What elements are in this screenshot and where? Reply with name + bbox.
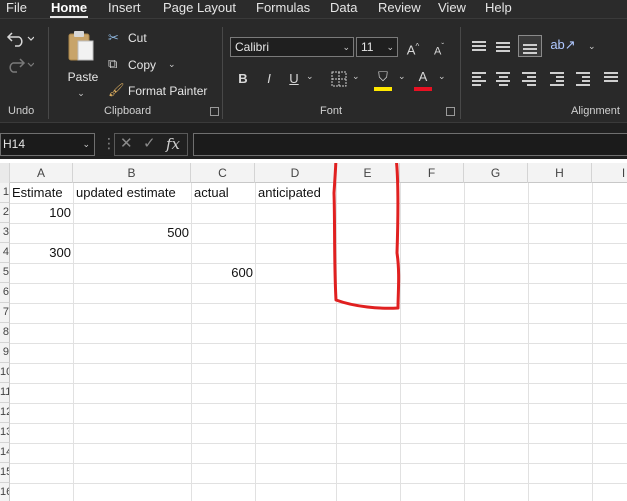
format-painter-label: Format Painter (128, 84, 208, 98)
name-box-value: H14 (3, 137, 26, 151)
underline-button[interactable]: U (287, 71, 301, 87)
paste-button[interactable]: Paste ⌄ (62, 29, 100, 98)
chevron-down-icon: ⌄ (438, 71, 446, 81)
tab-view[interactable]: View (438, 0, 466, 18)
clipboard-group-label: Clipboard (104, 105, 152, 117)
red-highlight-annotation (332, 163, 401, 310)
paste-icon (68, 31, 94, 61)
format-painter-button[interactable]: 🖌 Format Painter (108, 82, 212, 100)
group-separator (48, 27, 49, 119)
font-color-icon: A (418, 69, 428, 84)
chevron-down-icon: ⌄ (342, 42, 350, 52)
font-size-value: 11 (361, 40, 374, 54)
enter-icon[interactable]: ✓ (143, 134, 156, 154)
tab-help[interactable]: Help (485, 0, 512, 18)
chevron-down-icon: ⌄ (168, 59, 176, 69)
name-box[interactable]: H14 ⌄ (0, 133, 95, 156)
grow-font-button[interactable]: A^ (404, 39, 422, 58)
undo-icon (6, 32, 35, 47)
font-size-select[interactable]: 11 ⌄ (356, 37, 398, 57)
align-center-button[interactable] (496, 71, 512, 86)
font-color-swatch (414, 87, 432, 91)
formula-bar: H14 ⌄ ⋮ ✕ ✓ fx (0, 122, 627, 159)
clipboard-dialog-launcher[interactable] (210, 107, 219, 116)
shrink-font-button[interactable]: Aˇ (430, 39, 448, 59)
chevron-down-icon: ⌄ (82, 139, 90, 149)
cut-label: Cut (128, 31, 147, 45)
group-separator (460, 27, 461, 119)
tab-data[interactable]: Data (330, 0, 357, 18)
italic-button[interactable]: I (262, 71, 276, 87)
redo-icon (9, 58, 35, 73)
wrap-text-button[interactable] (604, 71, 620, 85)
insert-function-icon[interactable]: fx (166, 134, 180, 154)
chevron-down-icon: ⌄ (352, 71, 360, 81)
increase-indent-button[interactable] (576, 71, 592, 86)
align-middle-button[interactable] (496, 39, 512, 53)
align-top-button[interactable] (472, 39, 488, 53)
chevron-down-icon: ⌄ (77, 88, 85, 98)
align-right-button[interactable] (522, 71, 538, 86)
group-separator (222, 27, 223, 119)
redo-button[interactable] (6, 55, 35, 77)
scissors-icon: ✂ (108, 30, 119, 45)
font-dialog-launcher[interactable] (446, 107, 455, 116)
tab-review[interactable]: Review (378, 0, 421, 18)
decrease-indent-button[interactable] (550, 71, 566, 86)
font-color-button[interactable]: A (414, 69, 432, 91)
spreadsheet-grid: A B C D E F G H I 1 2 3 4 5 6 7 8 9 10 1… (0, 163, 627, 501)
orientation-icon: ab↗ (550, 37, 576, 52)
borders-button[interactable] (330, 71, 348, 91)
alignment-group-label: Alignment (571, 105, 620, 117)
align-bottom-button[interactable] (518, 35, 542, 57)
copy-button[interactable]: ⧉ Copy ⌄ (108, 56, 188, 74)
paste-label: Paste (67, 70, 99, 84)
tab-page-layout[interactable]: Page Layout (163, 0, 236, 18)
orientation-button[interactable]: ab↗ (550, 37, 576, 53)
copy-label: Copy (128, 58, 157, 72)
tab-file[interactable]: File (6, 0, 27, 18)
chevron-down-icon: ⌄ (588, 41, 596, 51)
font-name-value: Calibri (235, 40, 270, 54)
align-left-button[interactable] (472, 71, 488, 86)
cut-button[interactable]: ✂ Cut (108, 30, 168, 48)
undo-button[interactable] (6, 29, 35, 51)
fill-color-swatch (374, 87, 392, 91)
borders-icon (331, 71, 347, 87)
chevron-down-icon: ⌄ (398, 71, 406, 81)
chevron-down-icon: ⌄ (386, 42, 394, 52)
bold-button[interactable]: B (236, 71, 250, 87)
cancel-icon[interactable]: ✕ (120, 134, 133, 154)
paint-bucket-icon: ⛉ (378, 69, 388, 84)
font-group-label: Font (320, 105, 343, 117)
paintbrush-icon: 🖌 (108, 82, 125, 97)
undo-group-label: Undo (8, 105, 35, 117)
menu-bar: File Home Insert Page Layout Formulas Da… (0, 0, 627, 18)
formula-input[interactable] (193, 133, 627, 156)
fill-color-button[interactable]: ⛉ (374, 69, 392, 91)
tab-insert[interactable]: Insert (108, 0, 141, 18)
ribbon: Undo Paste ⌄ ✂ Cut ⧉ Copy ⌄ 🖌 Format Pai… (0, 18, 627, 122)
copy-icon: ⧉ (108, 56, 118, 71)
font-name-select[interactable]: Calibri ⌄ (230, 37, 354, 57)
tab-formulas[interactable]: Formulas (256, 0, 310, 18)
chevron-down-icon: ⌄ (306, 71, 314, 81)
